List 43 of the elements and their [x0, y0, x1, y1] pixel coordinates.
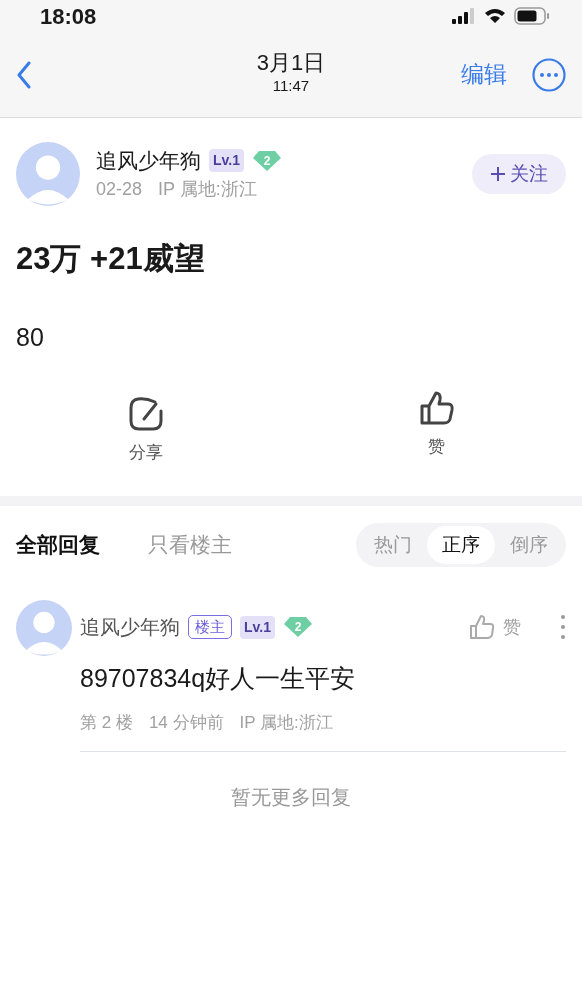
- gem-level: 2: [263, 152, 271, 170]
- post-title: 23万 +21威望: [15, 240, 206, 278]
- post-date: 02-28: [96, 178, 143, 202]
- follow-button[interactable]: 关注: [472, 153, 566, 195]
- avatar-icon: [16, 600, 72, 656]
- op-tag: 楼主: [188, 614, 232, 640]
- like-button[interactable]: 赞: [468, 612, 522, 642]
- reply-filter-tab[interactable]: 全部回复: [16, 529, 100, 561]
- share-label: 分享: [128, 442, 163, 464]
- share-icon[interactable]: [127, 396, 164, 432]
- wifi-icon: [484, 8, 506, 24]
- floor-number: 第 2 楼: [80, 711, 133, 734]
- status-time: 18:08: [40, 2, 97, 31]
- gem-level: 2: [294, 619, 302, 636]
- like-label: 赞: [428, 436, 445, 458]
- nav-time: 11:47: [272, 76, 310, 97]
- end-note: 暂无更多回复: [230, 785, 352, 810]
- edit-button[interactable]: 编辑: [460, 56, 508, 93]
- level-badge: Lv.1: [209, 149, 244, 172]
- plus-icon: [490, 166, 506, 182]
- sort-tab[interactable]: 热门: [359, 525, 427, 565]
- post-body: 80: [15, 321, 45, 353]
- level-badge: Lv.1: [240, 615, 275, 639]
- diamond-icon: [252, 149, 282, 172]
- nav-date: 3月1日: [256, 51, 326, 76]
- author-name: 追风少年狗: [80, 615, 180, 640]
- diamond-icon: [283, 616, 313, 638]
- author-name: 追风少年狗: [96, 147, 201, 174]
- battery-icon: [514, 7, 550, 25]
- ip-location: IP 属地:浙江: [239, 711, 333, 734]
- ip-location: IP 属地:浙江: [158, 178, 257, 202]
- sort-tab[interactable]: 正序: [427, 525, 495, 565]
- signal-icon: [452, 8, 476, 24]
- sort-tab[interactable]: 倒序: [495, 525, 563, 565]
- thumbs-up-icon[interactable]: [418, 390, 455, 426]
- reply-filter-tab[interactable]: 只看楼主: [148, 529, 232, 561]
- reply-time: 14 分钟前: [148, 711, 224, 734]
- thumbs-up-icon: [469, 614, 495, 640]
- avatar-icon: [16, 142, 80, 206]
- back-icon[interactable]: [16, 60, 32, 89]
- more-icon[interactable]: [532, 57, 566, 92]
- more-icon[interactable]: [560, 614, 566, 640]
- reply-content: 89707834q好人一生平安: [80, 663, 357, 694]
